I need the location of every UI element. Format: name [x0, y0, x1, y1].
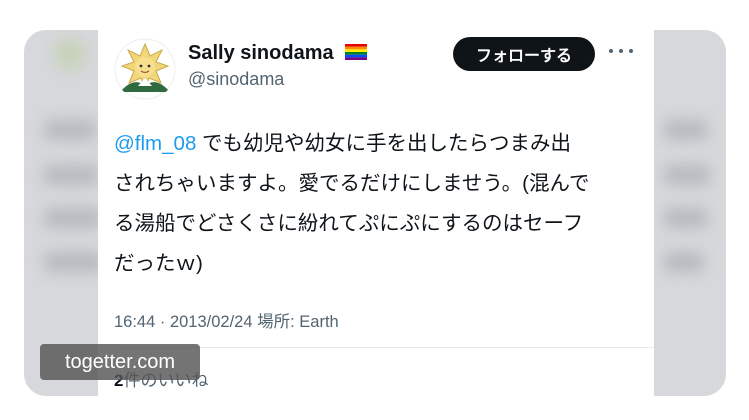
togetter-watermark: togetter.com — [40, 344, 200, 380]
tweet-timestamp[interactable]: 16:44 · 2013/02/24 場所: Earth — [114, 308, 339, 332]
more-options-icon[interactable] — [609, 46, 633, 56]
follow-button[interactable]: フォローする — [453, 37, 595, 71]
avatar[interactable] — [114, 38, 176, 100]
mention-link[interactable]: @flm_08 — [114, 132, 196, 155]
tweet-line-2: されちゃいますよ。愛でるだけにしませう。(混んで — [114, 172, 590, 195]
mascot-avatar — [114, 38, 176, 100]
author-handle[interactable]: @sinodama — [188, 69, 284, 90]
author-name[interactable]: Sally sinodama — [188, 42, 368, 65]
tweet-line-4: だったｗ) — [114, 252, 203, 275]
tweet-text: @flm_08 でも幼児や幼女に手を出したらつまみ出 されちゃいますよ。愛でるだ… — [114, 124, 644, 284]
author-name-text: Sally sinodama — [188, 42, 334, 64]
rainbow-flag-icon — [345, 43, 368, 60]
tweet-line-3: る湯船でどさくさに紛れてぷにぷにするのはセーフ — [114, 212, 584, 235]
tweet-line-1: でも幼児や幼女に手を出したらつまみ出 — [196, 132, 572, 155]
